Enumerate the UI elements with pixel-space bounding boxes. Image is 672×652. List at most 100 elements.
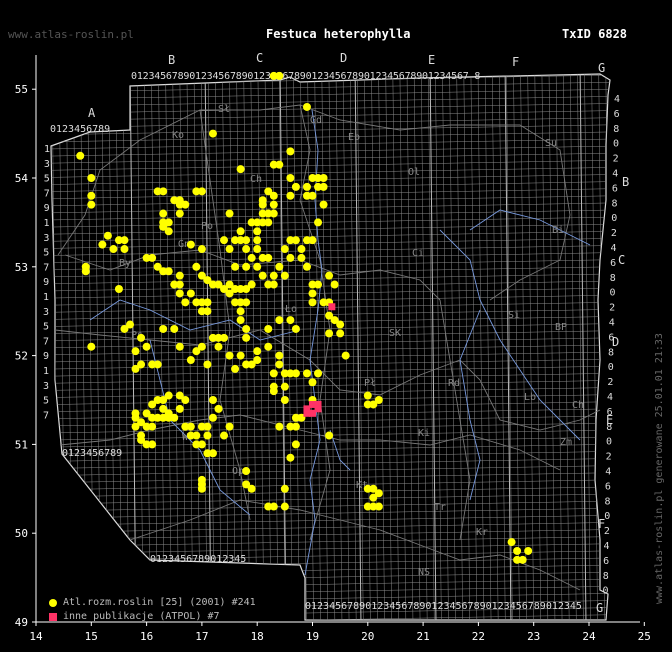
region-label: Ci (412, 248, 424, 259)
y-tick-label: 55 (15, 83, 28, 96)
atlas-point (336, 320, 345, 329)
atlas-point (236, 307, 245, 316)
other-point (328, 303, 336, 311)
region-label: Ło (284, 304, 297, 315)
atlas-point (148, 422, 157, 431)
atlas-point (302, 369, 311, 378)
atlas-point (231, 262, 240, 271)
y-tick-label: 51 (15, 438, 28, 451)
region-label: Ch (572, 400, 584, 411)
atlas-point (275, 262, 284, 271)
atlas-point (308, 191, 317, 200)
atlas-point (280, 382, 289, 391)
atlas-point (275, 422, 284, 431)
atlas-point (275, 351, 284, 360)
mid-bottom-digits: 0123456789012345 (150, 554, 246, 565)
atlas-point (203, 449, 212, 458)
row-digit: 7 (44, 188, 50, 199)
atlas-point (269, 502, 278, 511)
row-digit: 6 (614, 109, 620, 120)
atlas-point (214, 342, 223, 351)
row-digit: 3 (43, 307, 49, 318)
atlas-point (253, 236, 262, 245)
atlas-point (175, 200, 184, 209)
row-digit: 6 (607, 407, 613, 418)
atlas-point (220, 431, 229, 440)
atlas-point (242, 324, 251, 333)
atlas-point (170, 324, 179, 333)
row-letter: C (618, 253, 625, 267)
row-digit: 6 (605, 481, 611, 492)
row-digit: 4 (612, 169, 618, 180)
region-label: Ol (408, 167, 420, 178)
x-tick-label: 20 (361, 630, 374, 643)
atlas-point (308, 236, 317, 245)
row-digit: 1 (43, 366, 49, 377)
atlas-point (325, 431, 334, 440)
region-label: Ki (418, 428, 430, 439)
atlas-point (236, 351, 245, 360)
region-label: SK (389, 328, 401, 339)
atlas-point (336, 329, 345, 338)
atlas-point (186, 356, 195, 365)
y-tick-label: 50 (15, 527, 28, 540)
region-label: By (119, 258, 131, 269)
atlas-point (175, 209, 184, 218)
atlas-point (164, 267, 173, 276)
left-top-digits: 0123456789 (50, 124, 110, 135)
atlas-point (253, 227, 262, 236)
region-label: Bi (552, 225, 564, 236)
atlas-point (242, 333, 251, 342)
atlas-point (164, 218, 173, 227)
atlas-point (87, 191, 96, 200)
atlas-point (242, 298, 251, 307)
atlas-point (225, 351, 234, 360)
atlas-point (269, 369, 278, 378)
atlas-point (275, 316, 284, 325)
atlas-point (242, 262, 251, 271)
atlas-point (175, 289, 184, 298)
atlas-point (507, 538, 516, 547)
row-digit: 6 (608, 332, 614, 343)
atlas-point (269, 280, 278, 289)
atlas-point (314, 218, 323, 227)
row-digit: 8 (605, 496, 611, 507)
row-digit: 2 (613, 154, 619, 165)
row-digit: 4 (605, 467, 611, 478)
row-digit: 8 (612, 198, 618, 209)
atlas-point (374, 396, 383, 404)
row-digit: 0 (602, 586, 608, 597)
river-line (459, 309, 481, 501)
row-digit: 5 (43, 396, 49, 407)
atlas-point (186, 289, 195, 298)
col-letter: C (256, 51, 263, 65)
row-digit: 3 (43, 233, 49, 244)
x-tick-label: 22 (472, 630, 485, 643)
atlas-point (148, 253, 157, 262)
region-label: Si (508, 310, 520, 321)
atlas-point (319, 174, 328, 182)
atlas-point (247, 484, 256, 493)
atlas-point (236, 316, 245, 325)
x-tick-label: 15 (85, 630, 98, 643)
region-label: Kr (476, 527, 488, 538)
atlas-point (192, 431, 201, 440)
region-label: Sł (218, 104, 230, 115)
row-digit: 4 (607, 392, 613, 403)
row-digit: 0 (604, 511, 610, 522)
atlas-point (236, 227, 245, 236)
atlas-point (275, 71, 284, 80)
atlas-point (319, 182, 328, 191)
atlas-point (524, 546, 533, 555)
atlas-point (291, 182, 300, 191)
legend-other-label: inne publikacje (ATPOL) #7 (63, 611, 220, 622)
region-label: BP (555, 322, 567, 333)
top-digits: 0123456789012345678901234567890123456789… (131, 71, 480, 82)
row-digit: 7 (43, 262, 49, 273)
atlas-point (203, 360, 212, 369)
region-label: Tr (434, 502, 446, 513)
atlas-point (225, 209, 234, 218)
atlas-point (319, 200, 328, 209)
atlas-point (286, 422, 295, 431)
atlas-point (197, 245, 206, 254)
